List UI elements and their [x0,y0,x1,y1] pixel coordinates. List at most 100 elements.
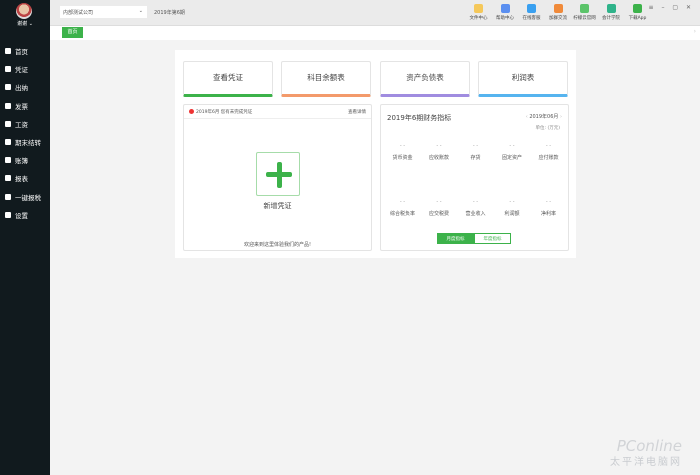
indicator-value: - - [545,199,552,205]
tool-button[interactable]: 在线客服 [518,4,545,21]
sidebar-item-closing[interactable]: 期末结转 [0,133,50,151]
tool-label: 在线客服 [522,16,541,21]
indicator-value: - - [436,143,442,149]
closing-icon [5,139,11,146]
ledger-icon [5,157,11,164]
salary-icon [5,120,11,127]
indicator-label: 利润额 [504,211,520,217]
next-month-button[interactable]: › [560,114,562,120]
tool-button[interactable]: 下载App [624,4,651,21]
sidebar-item-label: 报表 [15,175,28,184]
sidebar-item-settings[interactable]: 设置 [0,206,50,224]
tool-button[interactable]: 帮助中心 [492,4,519,21]
indicator-label: 应付账款 [538,155,559,161]
yearly-indicators-button[interactable]: 年度指标 [474,233,511,244]
indicator-value: - - [509,199,515,205]
company-select[interactable]: 内部测试公司 ⌄ [60,6,147,18]
invoice-icon [5,102,11,109]
monthly-indicators-button[interactable]: 月度指标 [437,233,474,244]
sidebar-item-label: 凭证 [15,66,28,75]
tool-icon [633,4,642,13]
quick-card[interactable]: 利润表 [478,61,568,97]
indicators-panel: 2019年6期财务指标 ‹ 2019年06月 › 单位: (万元) - - 货币资… [380,104,569,251]
indicator-label: 固定资产 [501,155,522,161]
sidebar-item-voucher[interactable]: 凭证 [0,60,50,78]
quick-card[interactable]: 科目余额表 [281,61,371,97]
tool-label: 柠檬云官网 [573,16,596,21]
add-voucher-button[interactable] [256,152,300,196]
window-controls[interactable]: ≡ – ▢ ✕ [649,4,694,11]
tool-icon [553,4,563,13]
cashier-icon [5,84,11,91]
tool-label: 会计学院 [602,16,620,21]
sidebar-item-label: 设置 [15,211,28,220]
tool-button[interactable]: 会计学院 [598,4,625,21]
settings-icon [5,211,11,218]
indicator-label: 应交税费 [428,211,449,217]
sidebar: 谢谢 ⌄ 首页凭证出纳发票工资期末结转账簿报表一键报税设置 [0,0,50,475]
tool-label: 文件中心 [469,16,488,21]
report-icon [5,175,11,182]
indicator-label: 存货 [470,155,481,161]
view-details-link[interactable]: 查看详情 [348,109,366,115]
indicator-label: 货币资金 [392,155,413,161]
voucher-icon [5,66,11,73]
prev-month-button[interactable]: ‹ [526,114,528,120]
sidebar-item-label: 工资 [15,120,28,129]
tool-label: 加群交流 [549,16,567,21]
indicator-value: - - [509,143,515,149]
tool-icon [606,4,616,13]
tool-icon [474,4,483,13]
sidebar-item-ledger[interactable]: 账簿 [0,151,50,169]
sidebar-item-label: 首页 [15,48,28,57]
tab-bar: 首页 › [50,26,700,40]
quick-card[interactable]: 查看凭证 [183,61,273,97]
quick-card[interactable]: 资产负债表 [380,61,470,97]
voucher-panel: 2019年6月 您有未完成凭证 查看详情 新增凭证 欢迎来到这里体验我们的产品! [183,104,372,251]
user-name: 谢谢 [17,21,28,27]
toolbar: 文件中心 帮助中心 在线客服 加群交流 柠檬云官网 会计学院 下载App [465,4,651,21]
indicator-label: 营业收入 [465,211,486,217]
top-bar: 内部测试公司 ⌄ 2019年第6期 文件中心 帮助中心 在线客服 加群交流 柠檬云官网 会计… [50,0,700,26]
avatar[interactable] [16,3,32,19]
tool-label: 帮助中心 [496,16,514,21]
tax-icon [5,193,11,200]
indicator-value: - - [545,143,552,149]
alert-icon [189,109,194,114]
tool-button[interactable]: 柠檬云官网 [571,4,598,21]
indicator-item: - - 应付账款 [530,143,567,161]
period-label: 2019年第6期 [154,10,185,16]
sidebar-item-salary[interactable]: 工资 [0,115,50,133]
indicator-item: - - 利润额 [494,199,531,217]
indicator-item: - - 货币资金 [384,143,421,161]
tool-button[interactable]: 加群交流 [545,4,572,21]
indicator-value: - - [436,199,442,205]
indicator-item: - - 存货 [457,143,494,161]
sidebar-nav: 首页凭证出纳发票工资期末结转账簿报表一键报税设置 [0,42,50,224]
indicator-item: - - 应收账款 [421,143,458,161]
indicator-item: - - 净利率 [530,199,567,217]
tool-button[interactable]: 文件中心 [465,4,492,21]
sidebar-item-label: 账簿 [15,157,28,166]
sidebar-item-label: 出纳 [15,84,28,93]
tool-label: 下载App [628,16,647,21]
indicator-value: - - [399,199,406,205]
user-menu[interactable]: 谢谢 ⌄ [0,20,50,27]
chevron-down-icon: ⌄ [138,8,143,14]
sidebar-item-tax[interactable]: 一键报税 [0,188,50,206]
indicator-label: 综合税负率 [389,211,415,217]
indicators-title: 2019年6期财务指标 [387,114,452,122]
sidebar-item-report[interactable]: 报表 [0,169,50,187]
sidebar-item-home[interactable]: 首页 [0,42,50,60]
dashboard: 查看凭证 科目余额表 资产负债表 利润表 2019年6月 您有未完成凭证 查看详情 新增… [175,50,576,258]
indicator-item: - - 固定资产 [494,143,531,161]
unit-label: 单位: (万元) [535,126,560,131]
indicator-item: - - 应交税费 [421,199,458,217]
indicator-label: 净利率 [540,211,556,217]
sidebar-item-cashier[interactable]: 出纳 [0,78,50,96]
tool-icon [500,4,510,13]
tab-home[interactable]: 首页 [62,27,83,38]
add-voucher-label[interactable]: 新增凭证 [184,201,371,211]
sidebar-item-invoice[interactable]: 发票 [0,97,50,115]
chevron-right-icon[interactable]: › [694,28,696,35]
